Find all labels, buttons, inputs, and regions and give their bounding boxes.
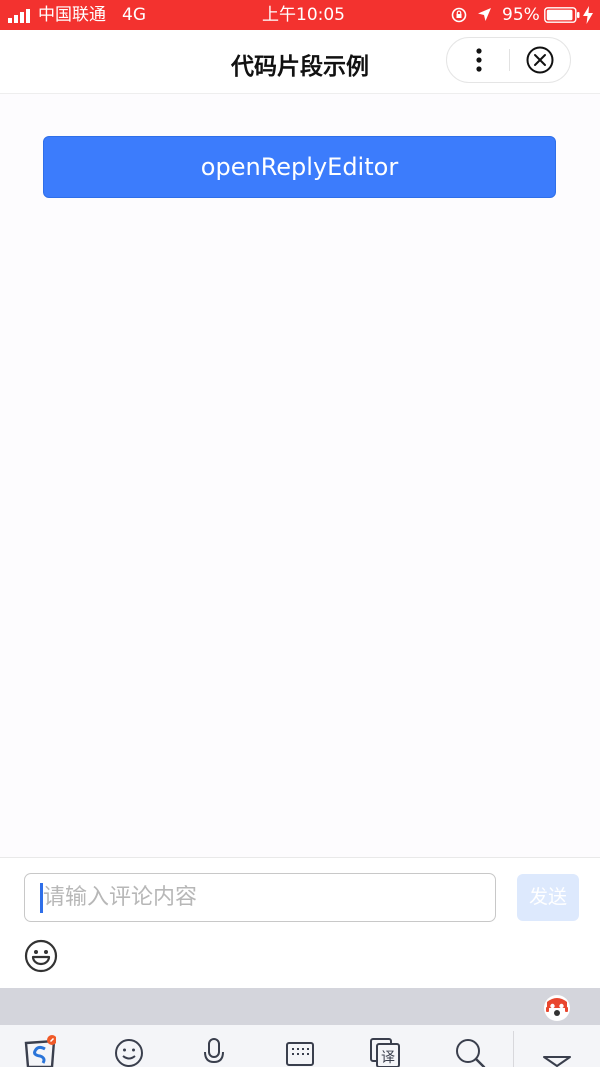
close-button[interactable] bbox=[510, 38, 570, 82]
microphone-icon[interactable] bbox=[198, 1035, 230, 1067]
keyboard-icon[interactable] bbox=[284, 1035, 316, 1067]
sogou-logo-icon[interactable] bbox=[24, 1035, 56, 1067]
battery-percent: 95% bbox=[502, 5, 540, 25]
svg-text:译: 译 bbox=[381, 1050, 395, 1066]
open-reply-editor-button[interactable]: openReplyEditor bbox=[43, 136, 556, 198]
more-button[interactable] bbox=[447, 38, 509, 82]
carrier-name: 中国联通 bbox=[38, 5, 106, 25]
close-circle-icon bbox=[526, 46, 554, 74]
reply-editor: 请输入评论内容 发送 bbox=[0, 857, 600, 989]
navigation-bar: 代码片段示例 bbox=[0, 30, 600, 94]
mascot-icon[interactable] bbox=[542, 992, 572, 1022]
mini-program-capsule bbox=[446, 37, 571, 83]
status-bar: 中国联通 4G 上午10:05 95% bbox=[0, 0, 600, 30]
location-arrow-icon bbox=[478, 8, 491, 21]
network-type: 4G bbox=[122, 5, 146, 25]
keyboard-toolbar: 译 bbox=[0, 1025, 600, 1067]
collapse-keyboard-icon[interactable] bbox=[541, 1035, 573, 1067]
more-dots-icon bbox=[476, 48, 482, 72]
send-button[interactable]: 发送 bbox=[517, 874, 579, 921]
orientation-lock-icon bbox=[451, 7, 467, 23]
comment-input[interactable]: 请输入评论内容 bbox=[24, 873, 496, 922]
battery-fill bbox=[546, 9, 573, 21]
comment-placeholder: 请输入评论内容 bbox=[43, 885, 198, 910]
translate-icon[interactable]: 译 bbox=[369, 1035, 401, 1067]
charging-bolt-icon bbox=[583, 6, 593, 24]
clock: 上午10:05 bbox=[262, 5, 345, 25]
emoji-icon[interactable] bbox=[24, 939, 58, 973]
keyboard-suggestion-strip bbox=[0, 988, 600, 1025]
signal-icon bbox=[8, 9, 30, 23]
toolbar-separator bbox=[513, 1031, 514, 1067]
battery-icon bbox=[544, 7, 580, 23]
emoji-face-icon[interactable] bbox=[113, 1035, 145, 1067]
search-icon[interactable] bbox=[454, 1035, 486, 1067]
